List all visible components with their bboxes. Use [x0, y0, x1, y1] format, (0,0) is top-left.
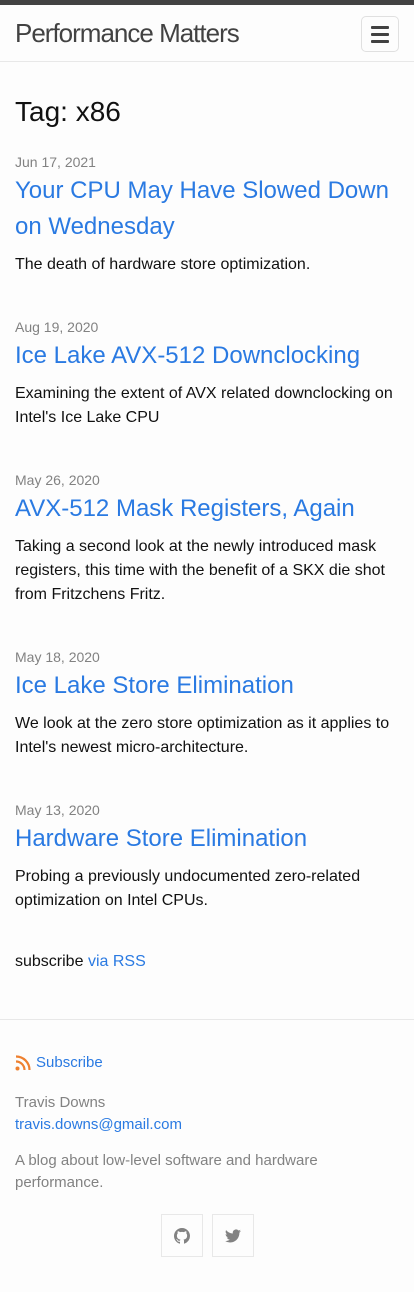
- post-date: May 13, 2020: [15, 802, 100, 818]
- post-date: May 18, 2020: [15, 649, 100, 665]
- post-item: May 26, 2020 AVX-512 Mask Registers, Aga…: [15, 471, 399, 607]
- post-title-link[interactable]: Your CPU May Have Slowed Down on Wednesd…: [15, 173, 399, 245]
- post-date: May 26, 2020: [15, 472, 100, 488]
- post-title-link[interactable]: Ice Lake AVX-512 Downclocking: [15, 338, 399, 374]
- post-date: Aug 19, 2020: [15, 319, 99, 335]
- post-date: Jun 17, 2021: [15, 154, 96, 170]
- github-button[interactable]: [161, 1214, 203, 1257]
- subscribe-prefix: subscribe: [15, 953, 84, 970]
- post-excerpt: The death of hardware store optimization…: [15, 256, 311, 273]
- post-title-link[interactable]: AVX-512 Mask Registers, Again: [15, 491, 399, 527]
- menu-toggle-button[interactable]: [361, 16, 399, 52]
- footer-description: A blog about low-level software and hard…: [15, 1152, 318, 1191]
- hamburger-icon-bar: [371, 32, 389, 36]
- twitter-icon: [225, 1228, 241, 1242]
- post-title-link[interactable]: Hardware Store Elimination: [15, 821, 399, 857]
- site-title[interactable]: Performance Matters: [15, 17, 240, 49]
- github-icon: [174, 1227, 190, 1244]
- hamburger-icon: [371, 25, 389, 29]
- post-item: Jun 17, 2021 Your CPU May Have Slowed Do…: [15, 153, 399, 277]
- subscribe-line: subscribe via RSS: [15, 950, 146, 974]
- post-excerpt: Probing a previously undocumented zero-r…: [15, 868, 361, 909]
- page-title: Tag: x86: [15, 96, 121, 127]
- post-title-link[interactable]: Ice Lake Store Elimination: [15, 668, 399, 704]
- post-excerpt: Examining the extent of AVX related down…: [15, 385, 393, 426]
- footer-subscribe-label: Subscribe: [36, 1054, 103, 1071]
- hamburger-icon-bar: [371, 39, 389, 43]
- footer-author: Travis Downs: [15, 1094, 106, 1111]
- rss-icon: [15, 1054, 31, 1070]
- footer-subscribe-link[interactable]: Subscribe: [15, 1054, 103, 1071]
- rss-link[interactable]: via RSS: [88, 953, 146, 970]
- post-item: May 13, 2020 Hardware Store Elimination …: [15, 801, 399, 913]
- post-excerpt: We look at the zero store optimization a…: [15, 715, 390, 756]
- site-footer: Subscribe Travis Downs travis.downs@gmai…: [0, 1019, 414, 1292]
- footer-email-link[interactable]: travis.downs@gmail.com: [15, 1114, 182, 1136]
- site-header: Performance Matters: [0, 5, 414, 62]
- twitter-button[interactable]: [212, 1214, 254, 1257]
- post-excerpt: Taking a second look at the newly introd…: [15, 538, 385, 603]
- post-item: Aug 19, 2020 Ice Lake AVX-512 Downclocki…: [15, 318, 399, 430]
- post-item: May 18, 2020 Ice Lake Store Elimination …: [15, 648, 399, 760]
